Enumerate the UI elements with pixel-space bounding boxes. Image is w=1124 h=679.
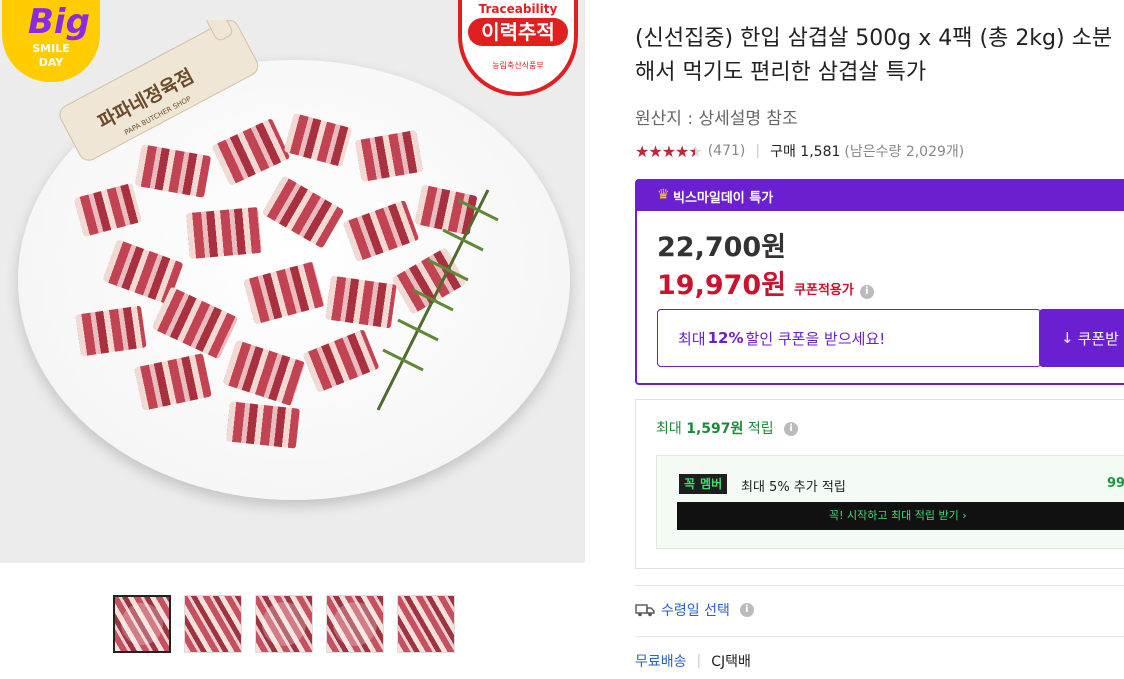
rating-stars-icon[interactable]: ★★★★★ [635,142,703,161]
membership-value: 998 [1107,476,1124,491]
divider: | [755,143,761,159]
truck-icon [635,604,655,617]
points-box: 최대 1,597원 적립 i 꼭멤버 최대 5% 추가 적립 998 꼭! 시작… [635,399,1124,569]
remaining-count: (남은수량 2,029개) [844,144,965,160]
membership-box: 꼭멤버 최대 5% 추가 적립 998 꼭! 시작하고 최대 적립 받기 › [656,455,1124,549]
original-price: 22,700원 [657,232,787,263]
rating-count[interactable]: (471) [708,143,746,159]
sale-price-row: 19,970원 쿠폰적용가 i [657,263,874,302]
download-icon: ↓ [1061,329,1074,347]
coupon-msg-pct: 12% [707,329,744,347]
membership-desc: 최대 5% 추가 적립 [741,480,846,495]
thumbnail-2[interactable] [184,595,242,653]
section-divider [635,585,1124,586]
thumbnail-5[interactable] [397,595,455,653]
traceability-badge: Traceability 이력추적 농림축산식품부 [458,0,578,96]
badge-big-text: Big [28,2,90,42]
info-icon[interactable]: i [784,422,799,436]
points-line: 최대 1,597원 적립 i [656,418,799,438]
coupon-message[interactable]: 최대 12% 할인 쿠폰을 받으세요! [657,309,1041,367]
shipping-row: 무료배송 | CJ택배 [635,651,751,671]
thumbnail-4[interactable] [326,595,384,653]
crown-icon: ♛ [657,187,670,203]
receive-date-label: 수령일 선택 [661,603,730,619]
points-suffix: 적립 [743,421,774,437]
rating-row: ★★★★★ (471) | 구매 1,581 (남은수량 2,029개) [635,140,964,162]
sale-price: 19,970원 [657,270,787,301]
trace-sub: 농림축산식품부 [492,61,544,70]
coupon-msg-prefix: 최대 [678,329,706,348]
coupon-download-button[interactable]: ↓ 쿠폰받 [1039,309,1124,367]
membership-logo: 꼭 멤버 [679,474,728,494]
main-product-image: 파파네정육점 PAPA BUTCHER SHOP Big SMILE DAY T… [0,0,585,563]
member-logo-m: 멤버 [700,474,728,494]
deal-header-label: 빅스마일데이 특가 [673,190,774,206]
points-amount: 1,597원 [686,421,744,437]
thumbnail-3[interactable] [255,595,313,653]
free-shipping-label: 무료배송 [635,654,687,670]
product-title: (신선집중) 한입 삼겹살 500g x 4팩 (총 2kg) 소분해서 먹기도… [635,26,1113,85]
coupon-msg-suffix: 할인 쿠폰을 받으세요! [745,329,886,348]
thumbnail-1[interactable] [113,595,171,653]
trace-main: 이력추적 [468,18,568,46]
courier-label: CJ택배 [711,654,751,670]
deal-box: ♛ 빅스마일데이 특가 22,700원 19,970원 쿠폰적용가 i 최대 1… [635,179,1124,385]
badge-smile-text: SMILE [32,42,70,55]
points-prefix: 최대 [656,421,687,437]
product-origin: 원산지 : 상세설명 참조 [635,109,798,129]
trace-title: Traceability [478,2,558,16]
purchase-count: 구매 1,581 [770,144,841,160]
divider: | [696,653,702,669]
membership-start-button[interactable]: 꼭! 시작하고 최대 적립 받기 › [677,502,1124,530]
rosemary-garnish [376,189,499,411]
coupon-btn-label: 쿠폰받 [1077,329,1119,348]
coupon-applied-label: 쿠폰적용가 [794,283,854,298]
info-icon[interactable]: i [739,603,754,617]
deal-header: ♛ 빅스마일데이 특가 [637,181,1124,211]
info-icon[interactable]: i [859,285,874,299]
badge-day-text: DAY [38,56,64,69]
member-logo-k: 꼭 [679,474,701,494]
section-divider [635,636,1124,637]
receive-date-row[interactable]: 수령일 선택 i [635,600,754,620]
